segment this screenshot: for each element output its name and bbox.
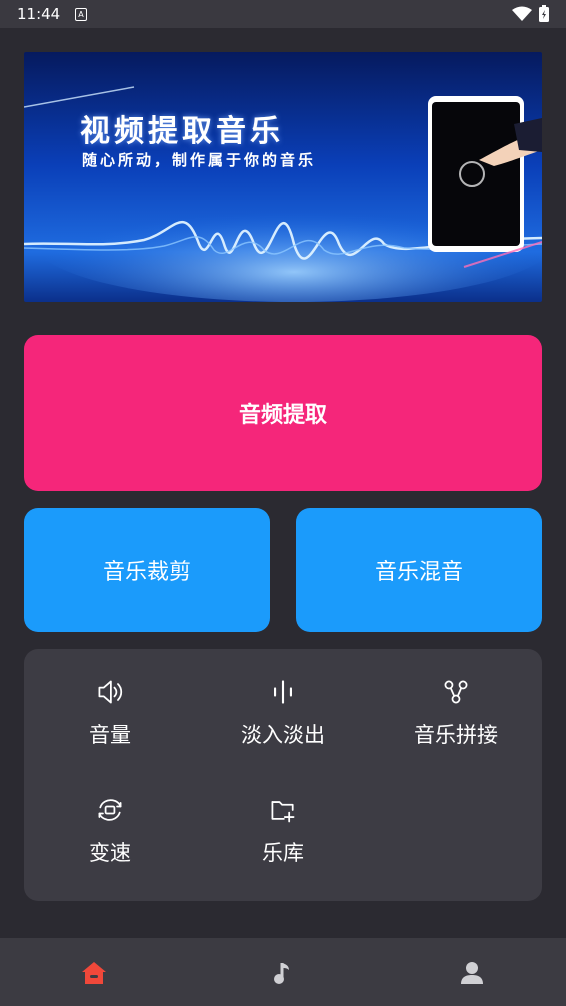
- promo-banner[interactable]: 视频提取音乐 随心所动，制作属于你的音乐: [24, 52, 542, 302]
- music-cut-button[interactable]: 音乐裁剪: [24, 508, 270, 632]
- tool-speed-label: 变速: [89, 841, 131, 865]
- tool-library[interactable]: 乐库: [197, 767, 369, 867]
- profile-icon[interactable]: [457, 958, 487, 988]
- wifi-icon: [512, 6, 532, 21]
- bottom-nav: [0, 938, 566, 1006]
- audio-extract-button[interactable]: 音频提取: [24, 335, 542, 491]
- tool-speed[interactable]: 变速: [24, 767, 196, 867]
- tool-merge[interactable]: 音乐拼接: [370, 649, 542, 749]
- home-icon[interactable]: [79, 958, 109, 988]
- banner-art: [24, 52, 542, 302]
- banner-subtitle: 随心所动，制作属于你的音乐: [82, 151, 317, 169]
- tool-fade[interactable]: 淡入淡出: [197, 649, 369, 749]
- banner-title: 视频提取音乐: [80, 114, 284, 149]
- tool-fade-label: 淡入淡出: [241, 723, 325, 747]
- speed-icon: [98, 799, 122, 821]
- tool-volume-label: 音量: [89, 723, 131, 747]
- a-icon: A: [75, 8, 87, 21]
- merge-icon: [444, 680, 468, 704]
- tool-volume[interactable]: 音量: [24, 649, 196, 749]
- waveform-icon: [274, 680, 292, 704]
- status-time: 11:44: [17, 5, 61, 23]
- music-mix-button[interactable]: 音乐混音: [296, 508, 542, 632]
- music-note-icon[interactable]: [268, 958, 298, 988]
- battery-icon: [539, 5, 549, 22]
- tools-panel: 音量 淡入淡出 音乐拼接 变速 乐库: [24, 649, 542, 901]
- volume-icon: [98, 680, 123, 704]
- tool-merge-label: 音乐拼接: [414, 723, 498, 747]
- tool-library-label: 乐库: [262, 841, 304, 865]
- status-bar: 11:44 A: [0, 0, 566, 28]
- folder-add-icon: [271, 801, 295, 823]
